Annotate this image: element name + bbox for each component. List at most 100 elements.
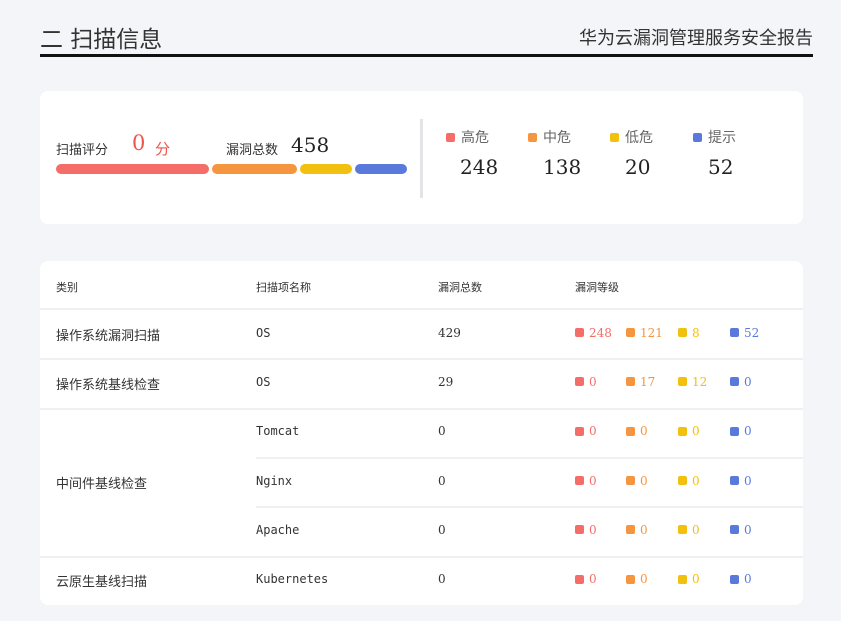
- total-cell: 29: [438, 374, 454, 389]
- level-count-value: 121: [640, 325, 663, 340]
- low-color-square: [610, 132, 619, 142]
- level-info-label: 提示: [708, 130, 736, 146]
- level-count-medium: 0: [626, 424, 648, 438]
- info-level-square: [730, 476, 739, 486]
- levels-cell: 0 0 0 0: [575, 424, 795, 440]
- low-level-square: [678, 426, 687, 436]
- level-count-value: 0: [692, 424, 700, 439]
- high-level-square: [575, 574, 584, 584]
- header-divider: [40, 308, 803, 310]
- section-header: 二 扫描信息 华为云漏洞管理服务安全报告: [40, 18, 813, 57]
- level-count-value: 0: [640, 424, 648, 439]
- scan-items-table: 类别 扫描项名称 漏洞总数 漏洞等级 操作系统漏洞扫描 OS 429 248 121 8 5…: [40, 261, 803, 605]
- level-low: 低危 20: [610, 127, 680, 179]
- item-name-cell: OS: [256, 325, 271, 340]
- level-count-low: 0: [678, 572, 700, 586]
- severity-bar-high: [56, 164, 209, 174]
- scan-summary-card: 扫描评分 0 分 漏洞总数 458 高危 248 中危 138 低危 20 提示…: [40, 91, 803, 224]
- level-count-info: 0: [730, 572, 752, 586]
- info-level-square: [730, 525, 739, 535]
- level-info-value: 52: [708, 155, 734, 179]
- low-level-square: [678, 574, 687, 584]
- level-count-info: 0: [730, 523, 752, 537]
- level-low-value: 20: [625, 155, 651, 179]
- level-count-value: 248: [589, 325, 612, 340]
- item-name-cell: Nginx: [256, 473, 293, 488]
- level-count-value: 0: [640, 473, 648, 488]
- level-count-value: 0: [640, 522, 648, 537]
- level-count-value: 17: [640, 374, 656, 389]
- header-total: 漏洞总数: [438, 281, 482, 294]
- high-level-square: [575, 476, 584, 486]
- level-high-label: 高危: [461, 130, 489, 146]
- row-divider: [40, 407, 803, 410]
- header-levels: 漏洞等级: [575, 281, 619, 294]
- total-cell: 0: [438, 473, 446, 488]
- level-count-info: 0: [730, 424, 752, 438]
- level-count-value: 0: [744, 572, 752, 587]
- level-count-info: 52: [730, 326, 759, 340]
- level-count-info: 0: [730, 375, 752, 389]
- level-count-info: 0: [730, 474, 752, 488]
- level-count-value: 0: [692, 473, 700, 488]
- level-medium-label: 中危: [543, 130, 571, 146]
- summary-divider: [420, 119, 423, 198]
- report-title: 华为云漏洞管理服务安全报告: [579, 28, 813, 49]
- category-cell: 云原生基线扫描: [56, 575, 148, 591]
- level-count-medium: 0: [626, 523, 648, 537]
- total-cell: 429: [438, 325, 461, 340]
- total-vuln-value: 458: [291, 133, 330, 157]
- level-count-low: 0: [678, 474, 700, 488]
- level-info: 提示 52: [693, 127, 763, 179]
- severity-bar-low: [300, 164, 352, 174]
- medium-level-square: [626, 476, 635, 486]
- level-count-high: 0: [575, 572, 597, 586]
- level-high-value: 248: [460, 155, 499, 179]
- item-name-cell: Tomcat: [256, 424, 300, 439]
- levels-cell: 0 0 0 0: [575, 523, 795, 539]
- info-color-square: [693, 132, 702, 142]
- level-count-value: 52: [744, 325, 760, 340]
- row-divider: [40, 358, 803, 361]
- level-count-high: 0: [575, 424, 597, 438]
- level-count-value: 12: [692, 374, 708, 389]
- level-count-medium: 0: [626, 572, 648, 586]
- medium-color-square: [528, 132, 537, 142]
- total-cell: 0: [438, 522, 446, 537]
- level-high: 高危 248: [446, 127, 516, 179]
- level-count-value: 8: [692, 325, 700, 340]
- level-medium: 中危 138: [528, 127, 598, 179]
- info-level-square: [730, 328, 739, 338]
- score-label: 扫描评分: [56, 143, 109, 158]
- level-count-value: 0: [744, 522, 752, 537]
- item-name-cell: Kubernetes: [256, 572, 329, 587]
- level-low-label: 低危: [625, 130, 653, 146]
- level-count-value: 0: [589, 424, 597, 439]
- low-level-square: [678, 525, 687, 535]
- severity-bar-medium: [211, 164, 297, 174]
- low-level-square: [678, 328, 687, 338]
- levels-cell: 0 0 0 0: [575, 474, 795, 490]
- severity-bar-info: [355, 164, 407, 174]
- level-count-low: 0: [678, 424, 700, 438]
- level-count-value: 0: [692, 572, 700, 587]
- levels-cell: 0 17 12 0: [575, 375, 795, 391]
- levels-cell: 0 0 0 0: [575, 572, 795, 588]
- medium-level-square: [626, 525, 635, 535]
- severity-distribution-bar: [56, 164, 407, 174]
- medium-level-square: [626, 574, 635, 584]
- info-level-square: [730, 426, 739, 436]
- level-count-medium: 17: [626, 375, 655, 389]
- level-count-high: 0: [575, 523, 597, 537]
- high-level-square: [575, 328, 584, 338]
- category-cell: 操作系统基线检查: [56, 377, 161, 393]
- score-unit: 分: [155, 140, 171, 158]
- level-count-value: 0: [744, 424, 752, 439]
- high-color-square: [446, 132, 455, 142]
- level-count-low: 0: [678, 523, 700, 537]
- level-count-medium: 121: [626, 326, 663, 340]
- info-level-square: [730, 574, 739, 584]
- row-divider: [40, 555, 803, 558]
- level-count-value: 0: [744, 473, 752, 488]
- header-item-name: 扫描项名称: [256, 281, 311, 294]
